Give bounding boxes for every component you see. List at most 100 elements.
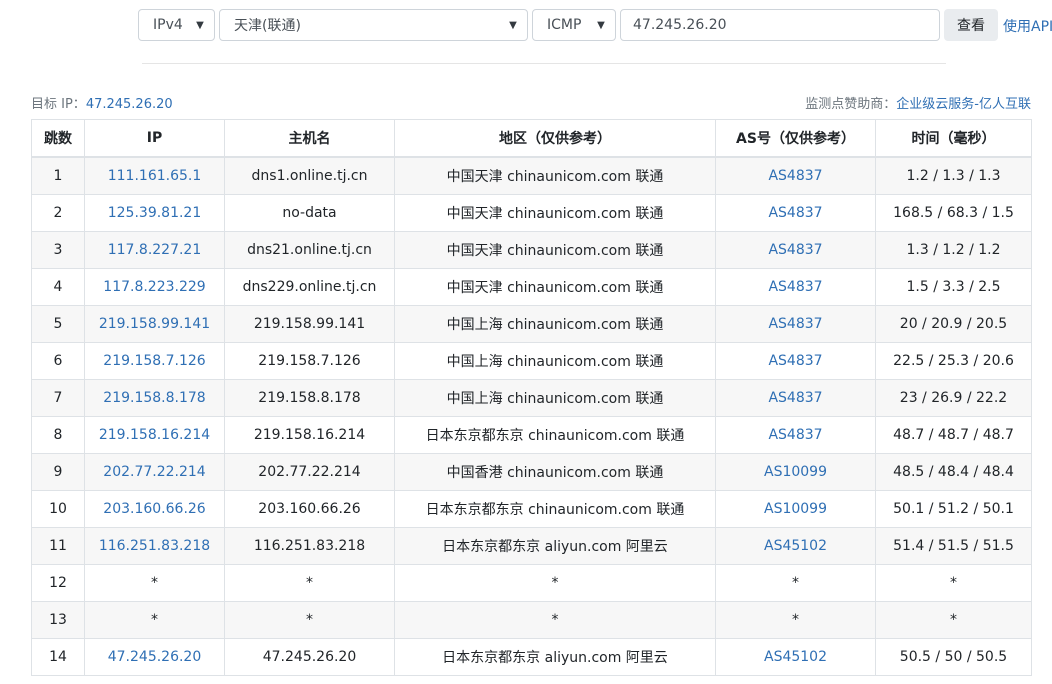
node-select[interactable]: 天津(联通) ▼ [219,9,528,41]
table-row: 8 219.158.16.214 219.158.16.214 日本东京都东京 chi… [31,416,1032,454]
column-header-ip: IP [84,119,225,158]
cell-hostname: 219.158.16.214 [224,416,395,454]
cell-time: 50.5 / 50 / 50.5 [875,638,1032,676]
table-row: 3 117.8.227.21 dns21.online.tj.cn 中国天津 chin… [31,231,1032,269]
table-row: 1 111.161.65.1 dns1.online.tj.cn 中国天津 china… [31,156,1032,195]
table-row: 9 202.77.22.214 202.77.22.214 中国香港 chinauni… [31,453,1032,491]
ip-version-select[interactable]: IPv4 ▼ [138,9,215,41]
cell-hostname: 202.77.22.214 [224,453,395,491]
cell-as[interactable]: AS10099 [715,453,876,491]
cell-hop: 1 [31,156,85,195]
cell-region: 日本东京都东京 aliyun.com 阿里云 [394,638,716,676]
node-value: 天津(联通) [234,18,301,34]
table-row: 13 * * * * * [31,601,1032,639]
cell-hop: 12 [31,564,85,602]
chevron-down-icon: ▼ [597,19,605,31]
cell-hop: 14 [31,638,85,676]
cell-region: 日本东京都东京 aliyun.com 阿里云 [394,527,716,565]
cell-region: * [394,601,716,639]
cell-ip[interactable]: 116.251.83.218 [84,527,225,565]
cell-ip: * [84,564,225,602]
cell-as[interactable]: AS4837 [715,342,876,380]
table-row: 5 219.158.99.141 219.158.99.141 中国上海 chinau… [31,305,1032,343]
cell-as: * [715,601,876,639]
cell-hostname: 47.245.26.20 [224,638,395,676]
cell-region: 日本东京都东京 chinaunicom.com 联通 [394,490,716,528]
cell-time: 48.5 / 48.4 / 48.4 [875,453,1032,491]
query-button[interactable]: 查看 [944,9,998,41]
cell-hostname: dns21.online.tj.cn [224,231,395,269]
target-input-value: 47.245.26.20 [633,17,727,33]
cell-ip: * [84,601,225,639]
cell-as[interactable]: AS4837 [715,268,876,306]
column-header-hop: 跳数 [31,119,85,158]
cell-ip[interactable]: 219.158.8.178 [84,379,225,417]
cell-hostname: * [224,601,395,639]
cell-ip[interactable]: 47.245.26.20 [84,638,225,676]
cell-as[interactable]: AS45102 [715,527,876,565]
cell-region: 中国天津 chinaunicom.com 联通 [394,268,716,306]
cell-as[interactable]: AS4837 [715,156,876,195]
cell-as[interactable]: AS4837 [715,305,876,343]
cell-as[interactable]: AS4837 [715,194,876,232]
protocol-value: ICMP [547,17,582,33]
cell-ip[interactable]: 117.8.227.21 [84,231,225,269]
cell-region: * [394,564,716,602]
cell-ip[interactable]: 219.158.99.141 [84,305,225,343]
table-row: 6 219.158.7.126 219.158.7.126 中国上海 chinauni… [31,342,1032,380]
cell-ip[interactable]: 203.160.66.26 [84,490,225,528]
cell-time: * [875,601,1032,639]
traceroute-table: 跳数 IP 主机名 地区（仅供参考） AS号（仅供参考） 时间（毫秒） 1 111… [31,119,1032,676]
cell-time: 1.2 / 1.3 / 1.3 [875,156,1032,195]
cell-ip[interactable]: 111.161.65.1 [84,156,225,195]
sponsor-link[interactable]: 企业级云服务-亿人互联 [896,97,1031,112]
cell-hop: 9 [31,453,85,491]
table-row: 7 219.158.8.178 219.158.8.178 中国上海 chinauni… [31,379,1032,417]
api-link[interactable]: 使用API [1003,16,1052,36]
sponsor-label: 监测点赞助商： [805,97,897,112]
query-toolbar: IPv4 ▼ 天津(联通) ▼ ICMP ▼ 47.245.26.20 查看 使… [0,9,1052,43]
table-row: 4 117.8.223.229 dns229.online.tj.cn 中国天津 ch… [31,268,1032,306]
cell-hostname: 116.251.83.218 [224,527,395,565]
table-row: 2 125.39.81.21 no-data 中国天津 chinaunicom.com… [31,194,1032,232]
cell-hop: 5 [31,305,85,343]
protocol-select[interactable]: ICMP ▼ [532,9,616,41]
target-ip-value[interactable]: 47.245.26.20 [86,97,173,112]
cell-region: 中国上海 chinaunicom.com 联通 [394,342,716,380]
target-input[interactable]: 47.245.26.20 [620,9,940,41]
cell-hostname: dns229.online.tj.cn [224,268,395,306]
cell-as[interactable]: AS10099 [715,490,876,528]
cell-region: 日本东京都东京 chinaunicom.com 联通 [394,416,716,454]
cell-as[interactable]: AS4837 [715,416,876,454]
cell-hop: 3 [31,231,85,269]
cell-ip[interactable]: 125.39.81.21 [84,194,225,232]
chevron-down-icon: ▼ [509,19,517,31]
cell-time: 51.4 / 51.5 / 51.5 [875,527,1032,565]
column-header-time: 时间（毫秒） [875,119,1032,158]
cell-hostname: dns1.online.tj.cn [224,156,395,195]
cell-time: 23 / 26.9 / 22.2 [875,379,1032,417]
cell-region: 中国天津 chinaunicom.com 联通 [394,231,716,269]
cell-region: 中国上海 chinaunicom.com 联通 [394,379,716,417]
cell-time: 20 / 20.9 / 20.5 [875,305,1032,343]
cell-region: 中国天津 chinaunicom.com 联通 [394,156,716,195]
cell-hostname: 219.158.99.141 [224,305,395,343]
cell-hostname: no-data [224,194,395,232]
table-row: 12 * * * * * [31,564,1032,602]
cell-ip[interactable]: 219.158.7.126 [84,342,225,380]
cell-hop: 2 [31,194,85,232]
cell-hop: 8 [31,416,85,454]
cell-hostname: 219.158.7.126 [224,342,395,380]
cell-time: 1.3 / 1.2 / 1.2 [875,231,1032,269]
cell-as[interactable]: AS4837 [715,379,876,417]
cell-region: 中国上海 chinaunicom.com 联通 [394,305,716,343]
cell-hop: 7 [31,379,85,417]
table-row: 14 47.245.26.20 47.245.26.20 日本东京都东京 aliyun… [31,638,1032,676]
cell-hop: 13 [31,601,85,639]
cell-ip[interactable]: 117.8.223.229 [84,268,225,306]
cell-as[interactable]: AS45102 [715,638,876,676]
cell-ip[interactable]: 219.158.16.214 [84,416,225,454]
cell-as[interactable]: AS4837 [715,231,876,269]
column-header-as: AS号（仅供参考） [715,119,876,158]
cell-ip[interactable]: 202.77.22.214 [84,453,225,491]
